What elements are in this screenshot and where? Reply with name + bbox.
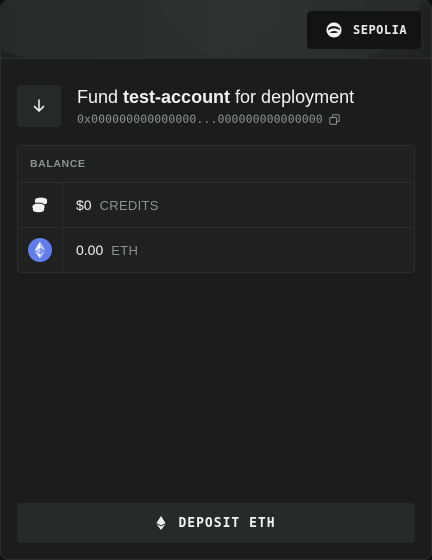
account-address: 0x000000000000000...000000000000000: [77, 112, 323, 126]
coins-icon: [18, 183, 63, 227]
network-label: SEPOLIA: [353, 23, 408, 37]
balance-row-eth: 0.00 ETH: [18, 227, 414, 272]
account-name: test-account: [123, 87, 231, 107]
address-row: 0x000000000000000...000000000000000: [77, 112, 354, 126]
balance-row-credits: $0 CREDITS: [18, 183, 414, 227]
network-selector-button[interactable]: SEPOLIA: [307, 11, 421, 49]
eth-amount: 0.00: [76, 242, 104, 258]
deposit-label: DEPOSIT ETH: [178, 515, 276, 531]
network-globe-icon: [325, 21, 343, 39]
copy-icon[interactable]: [329, 113, 340, 125]
arrow-down-icon: [17, 85, 61, 127]
title-suffix: for deployment: [230, 87, 355, 107]
fund-account-panel: SEPOLIA Fund test-account for deployment…: [0, 0, 432, 560]
credits-unit: CREDITS: [99, 197, 159, 213]
fund-title-row: Fund test-account for deployment 0x00000…: [17, 85, 415, 127]
ethereum-icon: [156, 516, 166, 530]
deposit-eth-button[interactable]: DEPOSIT ETH: [17, 503, 415, 543]
balance-header: BALANCE: [18, 146, 414, 183]
header-banner: SEPOLIA: [1, 1, 431, 59]
title-prefix: Fund: [77, 87, 124, 107]
ethereum-icon: [18, 228, 63, 272]
eth-unit: ETH: [111, 242, 139, 258]
page-title: Fund test-account for deployment: [77, 85, 354, 109]
balance-card: BALANCE $0 CREDITS 0.00 ETH: [17, 145, 415, 273]
credits-amount: $0: [76, 197, 92, 213]
